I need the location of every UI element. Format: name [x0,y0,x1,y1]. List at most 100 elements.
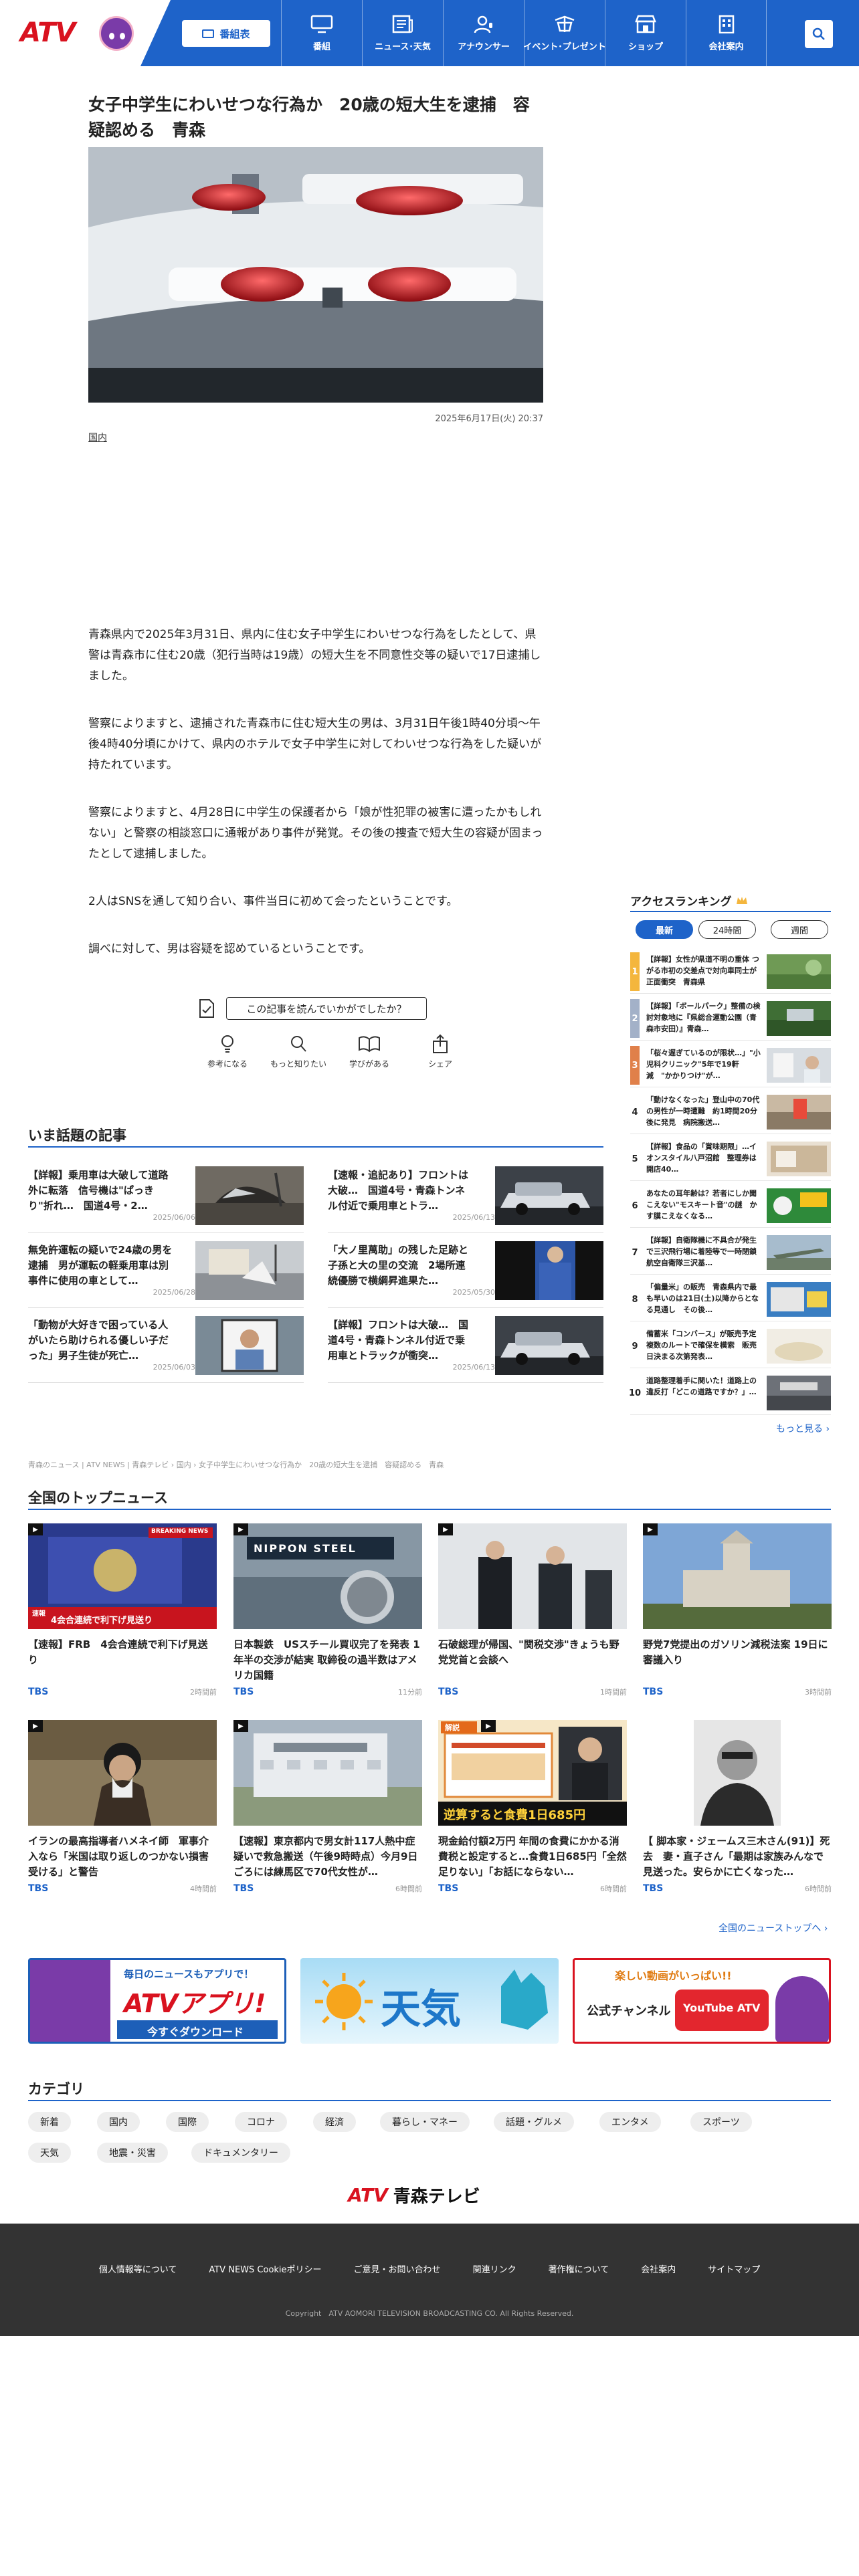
nav-label: アナウンサー [458,42,510,52]
news-time: 6時間前 [600,1885,627,1893]
search-button[interactable] [805,20,833,48]
national-news-thumbnail: NIPPON STEEL ▶ [233,1523,422,1629]
video-play-icon: ▶ [481,1720,496,1732]
nav-item-events[interactable]: イベント･プレゼント [523,0,606,66]
footer-link[interactable]: サイトマップ [708,2262,760,2275]
ranking-tab-24h[interactable]: 24時間 [698,920,756,939]
banner-cta: YouTube ATV [683,2002,761,2014]
footer-link[interactable]: 著作権について [549,2262,609,2275]
ranking-item[interactable]: 6 あなたの耳年齢は？若者にしか聞こえない"モスキート音"の謎 かす膜こえなくな… [630,1184,831,1228]
category-button[interactable]: 地震・災害 [97,2143,168,2163]
article-category-link[interactable]: 国内 [88,431,107,444]
site-logo[interactable]: ATV [20,16,134,51]
program-guide-label: 番組表 [219,27,250,40]
program-guide-button[interactable]: 番組表 [182,20,270,47]
national-news-item[interactable]: ▶ 【速報】東京都内で男女計117人熱中症疑いで救急搬送（午後9時時点）今月9日… [233,1720,422,1894]
category-button[interactable]: エンタメ [599,2112,661,2132]
nav-item-announcers[interactable]: アナウンサー [443,0,524,66]
share-icon [433,1034,448,1053]
ranking-tab-latest[interactable]: 最新 [636,920,693,939]
category-button[interactable]: 経済 [313,2112,356,2132]
ranking-divider [630,911,831,912]
hot-article-thumbnail [495,1316,603,1375]
hot-article-item[interactable]: 「動物が大好きで困っている人がいたら助けられる優しい子だった」男子生徒が死亡… … [28,1308,304,1383]
ranking-item[interactable]: 7 【詳報】自衛隊機に不具合が発生で三沢飛行場に着陸等で一時閉鎖 航空自衛隊三沢… [630,1230,831,1275]
article-date: 2025年6月17日(火) 20:37 [435,414,543,424]
news-time: 1時間前 [600,1688,627,1697]
article-paragraph: 警察によりますと、4月28日に中学生の保護者から「娘が性犯罪の被害に遭ったかもし… [88,806,543,861]
nav-item-shop[interactable]: ショップ [605,0,686,66]
announcer-icon [472,14,496,34]
hot-article-item[interactable]: 【詳報】フロントは大破… 国道4号・青森トンネル付近で乗用車とトラックが衝突… … [328,1308,603,1383]
category-button[interactable]: 新着 [28,2112,71,2132]
footer-logo[interactable]: ATV 青森テレビ [348,2183,480,2208]
hot-article-thumbnail [195,1316,304,1375]
hot-article-date: 2025/06/06 [153,1213,195,1222]
nav-item-news-weather[interactable]: ニュース･天気 [362,0,443,66]
hot-article-item[interactable]: 無免許運転の疑いで24歳の男を逮捕 男が運転の軽乗用車は別事件に使用の車として…… [28,1233,304,1308]
national-news-item[interactable]: 解説 逆算すると食費1日685円 ▶ 現金給付額2万円 年間の食費にかかる消費税… [438,1720,627,1894]
news-source: TBS [233,1883,254,1894]
hot-article-item[interactable]: 【詳報】乗用車は大破して道路外に転落 信号機は"ぱっきり"折れ… 国道4号・2…… [28,1158,304,1233]
nav-label: 会社案内 [708,42,744,52]
hot-article-thumbnail [195,1241,304,1300]
ranking-item[interactable]: 3 「桜々遅ぎているのが限状…」"小児科クリニック"5年で19軒減 "かかりつけ… [630,1043,831,1087]
national-news-item[interactable]: ▶ イランの最高指導者ハメネイ師 軍事介入なら「米国は取り返しのつかない損害受け… [28,1720,217,1894]
youtube-channel-banner[interactable]: 楽しい動画がいっぱい!! 公式チャンネル YouTube ATV [573,1958,831,2044]
ranking-tab-weekly[interactable]: 週間 [771,920,828,939]
national-news-item[interactable]: ▶ 野党7党提出のガソリン減税法案 19日に審議入り TBS 3時間前 [643,1523,832,1697]
category-button[interactable]: ドキュメンタリー [191,2143,290,2163]
footer-link[interactable]: 個人情報等について [99,2262,177,2275]
ranking-thumbnail [767,1142,831,1176]
reaction-share-button[interactable]: シェア [411,1034,470,1069]
ranking-item[interactable]: 8 「偏量米」の販売 青森県内で最も早いのは21日(土)以降からとなる見通し そ… [630,1277,831,1321]
reaction-label: 学びがある [349,1059,389,1069]
nav-item-company[interactable]: 会社案内 [686,0,767,66]
category-button[interactable]: コロナ [235,2112,287,2132]
category-button[interactable]: 話題・グルメ [494,2112,574,2132]
hot-article-item[interactable]: 「大ノ里萬助」の残した足跡と子孫と大の里の交流 2場所連続優勝で横綱昇進果た… … [328,1233,603,1308]
ranking-item[interactable]: 9 備蓄米「コンバース」が販売予定 複数のルートで確保を模索 販売日決まる次第発… [630,1324,831,1368]
breadcrumb[interactable]: 青森のニュース | ATV NEWS | 青森テレビ › 国内 › 女子中学生に… [28,1459,444,1470]
ranking-item[interactable]: 2 【詳報】「ボールパーク」整備の検討対象地に『県総合運動公園（青森市安田）』青… [630,996,831,1041]
footer-link[interactable]: ATV NEWS Cookieポリシー [209,2262,321,2275]
ranking-item[interactable]: 1 【詳報】女性が県道不明の重体 つがる市初の交差点で対向車同士が正面衝突 青森… [630,950,831,994]
national-news-item[interactable]: BREAKING NEWS 速報 4会合連続で利下げ見送り ▶ 【速報】FRB … [28,1523,217,1697]
national-news-thumbnail: ▶ [438,1523,627,1629]
national-news-text: イランの最高指導者ハメネイ師 軍事介入なら「米国は取り返しのつかない損害受ける」… [28,1835,209,1878]
article-image [88,147,543,403]
ranking-thumbnail [767,1376,831,1410]
news-source: TBS [643,1883,664,1894]
category-button[interactable]: 天気 [28,2143,71,2163]
footer-link[interactable]: 関連リンク [473,2262,516,2275]
weather-banner[interactable]: 天気 [300,1958,559,2044]
national-news-text: 【速報】FRB 4会合連続で利下げ見送り [28,1638,208,1666]
national-news-more-link[interactable]: 全国のニューストップへ › [719,1921,828,1935]
ranking-item[interactable]: 5 【詳報】食品の「賞味期限」…イオンスタイル八戸沼館 整理券は開店40… [630,1137,831,1181]
article-paragraph: 調べに対して、男は容疑を認めているということです。 [88,942,371,956]
ranking-number: 4 [632,1107,638,1117]
hot-article-item[interactable]: 【速報・追記あり】フロントは大破… 国道4号・青森トンネル付近で乗用車とトラ… … [328,1158,603,1233]
reaction-learned-button[interactable]: 学びがある [340,1034,399,1069]
ranking-item[interactable]: 10 道路整理着手に関いた！道路上の違反打「どこの道路ですか？」… [629,1371,831,1415]
nav-item-programs[interactable]: 番組 [281,0,362,66]
reaction-helpful-button[interactable]: 参考になる [198,1034,257,1069]
national-news-item[interactable]: NIPPON STEEL ▶ 日本製鉄 USスチール買収完了を発表 1年半の交渉… [233,1523,422,1697]
category-button[interactable]: 暮らし・マネー [380,2112,470,2132]
footer-link[interactable]: ご意見・お問い合わせ [354,2262,441,2275]
reaction-want-more-button[interactable]: もっと知りたい [269,1034,328,1069]
category-button[interactable]: 国際 [166,2112,209,2132]
national-news-text: 日本製鉄 USスチール買収完了を発表 1年半の交渉が結実 取締役の過半数はアメリ… [233,1638,420,1681]
hot-article-thumbnail [195,1166,304,1225]
national-news-item[interactable]: ▶ 石破総理が帰国、"関税交渉"きょうも野党党首と会談へ TBS 1時間前 [438,1523,627,1697]
national-news-item[interactable]: 【 脚本家・ジェームス三木さん(91)】死去 妻・直子さん「最期は家族みんなで見… [643,1720,832,1894]
footer-link[interactable]: 会社案内 [641,2262,676,2275]
national-news-title: 全国のトップニュース [28,1490,168,1506]
ranking-more-link[interactable]: もっと見る › [776,1422,830,1435]
news-icon [391,14,415,34]
app-download-banner[interactable]: 毎日のニュースもアプリで！ ATVアプリ! 今すぐダウンロード [28,1958,286,2044]
category-button[interactable]: スポーツ [690,2112,752,2132]
category-button[interactable]: 国内 [97,2112,140,2132]
article-paragraph: 警察によりますと、逮捕された青森市に住む短大生の男は、3月31日午後1時40分頃… [88,717,542,772]
ranking-item[interactable]: 4 「動けなくなった」登山中の70代の男性が一時遭難 約1時間20分後に発見 病… [630,1090,831,1134]
